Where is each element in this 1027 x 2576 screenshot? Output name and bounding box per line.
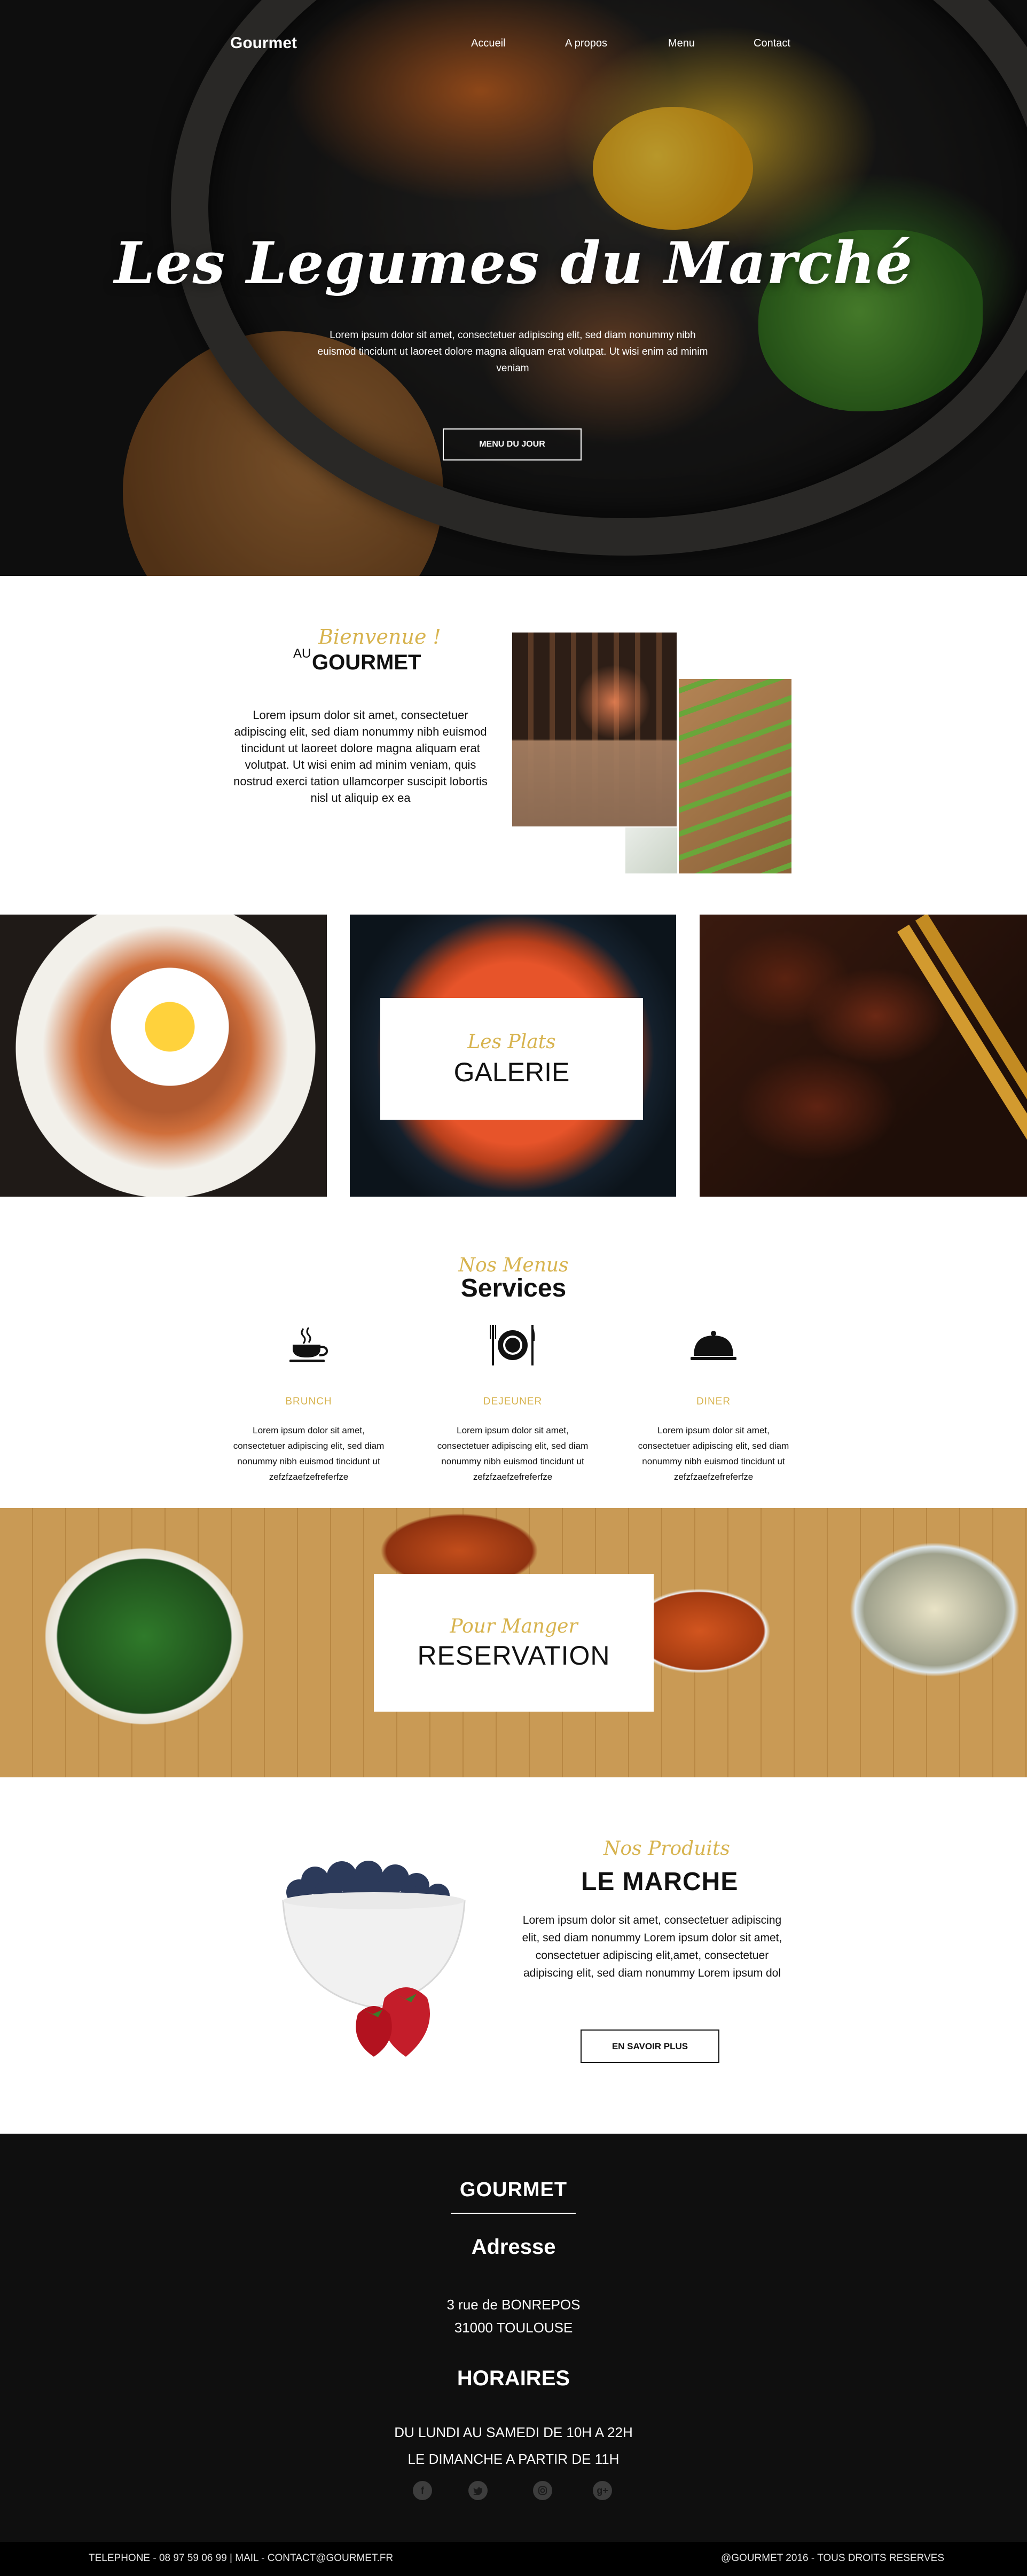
footer-contact-info[interactable]: TELEPHONE - 08 97 59 06 99 | MAIL - CONT…: [89, 2552, 393, 2564]
restaurant-interior-photo: [512, 633, 677, 826]
service-diner: DINER Lorem ipsum dolor sit amet, consec…: [633, 1320, 794, 1485]
facebook-icon[interactable]: f: [413, 2481, 432, 2500]
services-script-heading: Nos Menus: [458, 1254, 569, 1276]
coffee-cup-icon: [229, 1320, 389, 1370]
marche-text: Lorem ipsum dolor sit amet, consectetuer…: [522, 1914, 782, 1979]
service-dejeuner-text: Lorem ipsum dolor sit amet, consectetuer…: [437, 1425, 589, 1482]
service-brunch-text: Lorem ipsum dolor sit amet, consectetuer…: [233, 1425, 385, 1482]
footer-address-title: Adresse: [471, 2235, 556, 2259]
service-dejeuner: DEJEUNER Lorem ipsum dolor sit amet, con…: [433, 1320, 593, 1485]
reservation-title: RESERVATION: [417, 1641, 610, 1671]
google-plus-icon[interactable]: g+: [593, 2481, 612, 2500]
twitter-icon[interactable]: [468, 2481, 488, 2500]
gallery-photo-chicken[interactable]: [700, 915, 1027, 1197]
marche-script-heading: Nos Produits: [603, 1838, 730, 1860]
plate-cutlery-icon: [433, 1320, 593, 1370]
service-brunch-label: BRUNCH: [285, 1396, 332, 1407]
gallery-script-heading: Les Plats: [467, 1031, 556, 1053]
gallery-caption-box[interactable]: Les Plats GALERIE: [380, 998, 643, 1120]
nav-item-accueil[interactable]: Accueil: [471, 37, 505, 50]
footer-bottom-bar: TELEPHONE - 08 97 59 06 99 | MAIL - CONT…: [0, 2542, 1027, 2576]
footer-hours-title: HORAIRES: [457, 2367, 570, 2390]
nav-item-menu[interactable]: Menu: [668, 37, 695, 50]
hero-text: Lorem ipsum dolor sit amet, consectetuer…: [317, 330, 708, 374]
welcome-title: GOURMET: [312, 651, 421, 674]
service-diner-text: Lorem ipsum dolor sit amet, consectetuer…: [638, 1425, 789, 1482]
gallery-photo-bibimbap[interactable]: [0, 915, 327, 1197]
main-nav: Accueil A propos Menu Contact: [0, 37, 1027, 56]
reservation-script-heading: Pour Manger: [450, 1615, 578, 1637]
footer-hours-line1: DU LUNDI AU SAMEDI DE 10H A 22H: [394, 2424, 633, 2440]
gallery-title: GALERIE: [453, 1057, 570, 1087]
blueberries-strawberries-photo: [246, 1843, 486, 2078]
service-diner-label: DINER: [696, 1396, 731, 1407]
cloche-icon: [633, 1320, 794, 1370]
footer-brand: GOURMET: [459, 2179, 568, 2201]
footer-divider: [451, 2213, 576, 2214]
footer-copyright: @GOURMET 2016 - TOUS DROITS RESERVES: [720, 2552, 944, 2564]
menu-du-jour-button[interactable]: MENU DU JOUR: [443, 428, 582, 460]
nav-item-contact[interactable]: Contact: [754, 37, 790, 50]
nav-item-a-propos[interactable]: A propos: [565, 37, 607, 50]
marche-title: LE MARCHE: [581, 1868, 739, 1896]
green-beans-photo: [679, 679, 791, 873]
welcome-text: Lorem ipsum dolor sit amet, consectetuer…: [233, 708, 488, 805]
welcome-script-heading: Bienvenue !: [318, 625, 441, 649]
hero-title: Les Legumes du Marché: [114, 230, 913, 297]
welcome-prefix: AU: [293, 646, 311, 661]
services-title: Services: [460, 1274, 567, 1302]
reservation-caption-box[interactable]: Pour Manger RESERVATION: [374, 1574, 654, 1712]
footer-address-line1: 3 rue de BONREPOS: [446, 2297, 581, 2313]
service-brunch: BRUNCH Lorem ipsum dolor sit amet, conse…: [229, 1320, 389, 1485]
footer: GOURMET Adresse 3 rue de BONREPOS 31000 …: [0, 2134, 1027, 2576]
small-dish-photo: [625, 828, 677, 873]
en-savoir-plus-button[interactable]: EN SAVOIR PLUS: [581, 2029, 719, 2063]
footer-hours-line2: LE DIMANCHE A PARTIR DE 11H: [407, 2451, 620, 2467]
hero-section: Gourmet Accueil A propos Menu Contact Le…: [0, 0, 1027, 576]
footer-address-line2: 31000 TOULOUSE: [454, 2320, 573, 2336]
social-links: f g+: [0, 2481, 1027, 2500]
instagram-icon[interactable]: [533, 2481, 552, 2500]
service-dejeuner-label: DEJEUNER: [483, 1396, 543, 1407]
